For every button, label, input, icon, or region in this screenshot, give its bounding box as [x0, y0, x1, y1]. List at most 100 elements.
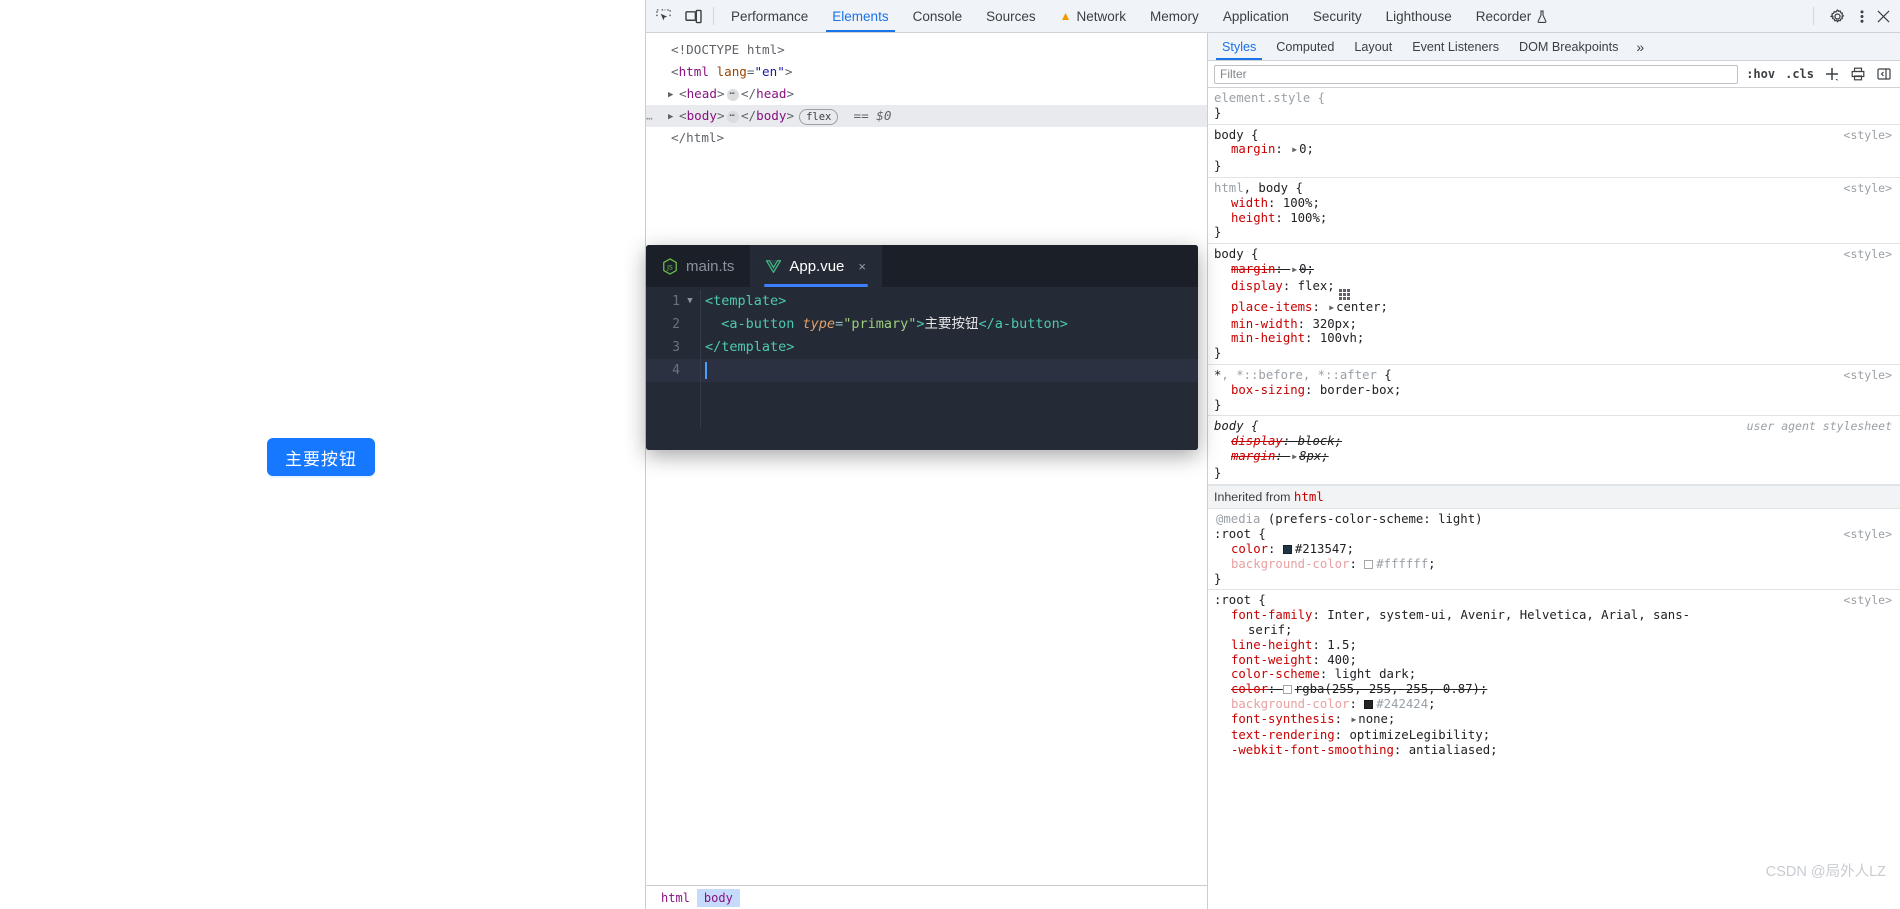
color-swatch[interactable] — [1364, 699, 1374, 709]
css-value: block — [1297, 434, 1335, 449]
css-declaration[interactable]: width: 100%; — [1214, 196, 1900, 211]
tab-lighthouse[interactable]: Lighthouse — [1374, 0, 1464, 32]
css-rule[interactable]: body { <style> margin: ▶ 0; display: flex… — [1208, 244, 1900, 365]
tab-computed[interactable]: Computed — [1266, 33, 1344, 60]
styles-rules-list[interactable]: element.style { } body { <style> margin:… — [1208, 88, 1900, 909]
css-declaration[interactable]: min-height: 100vh; — [1214, 331, 1900, 346]
css-declaration[interactable]: height: 100%; — [1214, 211, 1900, 226]
expand-triangle-icon[interactable]: ▶ — [1292, 450, 1297, 465]
tab-application[interactable]: Application — [1211, 0, 1301, 32]
css-rule[interactable]: html, body { <style> width: 100%; height… — [1208, 178, 1900, 245]
css-rule[interactable]: element.style { } — [1208, 88, 1900, 125]
editor-code-area[interactable]: 1 ▼ <template> 2 <a-button type = "primary… — [646, 287, 1198, 450]
css-declaration[interactable]: font-family: Inter, system-ui, Avenir, H… — [1214, 608, 1900, 623]
flexbox-editor-icon[interactable] — [1338, 288, 1350, 300]
css-declaration-overridden[interactable]: margin: ▶ 0; — [1214, 262, 1900, 279]
tab-network[interactable]: ▲ Network — [1048, 0, 1138, 32]
css-declaration[interactable]: font-weight: 400; — [1214, 653, 1900, 668]
breadcrumb-item-body[interactable]: body — [696, 888, 740, 907]
css-declaration[interactable]: text-rendering: optimizeLegibility; — [1214, 728, 1900, 743]
editor-tabbar: JS main.ts App.vue × — [646, 245, 1198, 287]
inspect-element-icon[interactable] — [648, 0, 678, 32]
tab-security[interactable]: Security — [1301, 0, 1374, 32]
device-toolbar-icon[interactable] — [678, 0, 708, 32]
dom-line-html-close[interactable]: </html> — [646, 127, 1207, 149]
css-declaration-overridden[interactable]: color: rgba(255, 255, 255, 0.87); — [1214, 682, 1900, 697]
css-rule[interactable]: body { <style> margin: ▶ 0; } — [1208, 125, 1900, 178]
css-rule-user-agent[interactable]: body { user agent stylesheet display: bl… — [1208, 416, 1900, 485]
filter-input[interactable] — [1214, 64, 1739, 84]
css-rule-inherited[interactable]: :root { <style> font-family: Inter, syst… — [1208, 590, 1900, 761]
css-rule[interactable]: *, *::before, *::after { <style> box-siz… — [1208, 365, 1900, 417]
css-declaration[interactable]: line-height: 1.5; — [1214, 638, 1900, 653]
css-declaration[interactable]: display: flex; — [1214, 279, 1900, 300]
editor-tab-main-ts[interactable]: JS main.ts — [646, 245, 750, 287]
flex-badge[interactable]: flex — [799, 108, 839, 125]
css-declaration[interactable]: box-sizing: border-box; — [1214, 383, 1900, 398]
css-declaration[interactable]: margin: ▶ 0; — [1214, 142, 1900, 159]
primary-button[interactable]: 主要按钮 — [267, 438, 375, 476]
css-selector: body — [1214, 127, 1244, 142]
css-declaration-overridden[interactable]: margin: ▶ 8px; — [1214, 449, 1900, 466]
tab-dom-breakpoints[interactable]: DOM Breakpoints — [1509, 33, 1628, 60]
color-swatch[interactable] — [1282, 544, 1292, 554]
css-origin-link[interactable]: <style> — [1844, 368, 1892, 383]
dom-line-html[interactable]: <html lang="en"> — [646, 61, 1207, 83]
css-origin-link[interactable]: <style> — [1844, 181, 1892, 196]
css-declaration[interactable]: min-width: 320px; — [1214, 317, 1900, 332]
code-line[interactable]: 1 ▼ <template> — [646, 290, 1198, 313]
expand-triangle-icon[interactable]: ▶ — [1351, 713, 1356, 728]
more-vertical-icon[interactable] — [1852, 9, 1872, 24]
css-declaration[interactable]: color-scheme: light dark; — [1214, 667, 1900, 682]
css-origin-link[interactable]: <style> — [1844, 247, 1892, 262]
css-origin-link[interactable]: <style> — [1844, 128, 1892, 143]
css-origin-link[interactable]: <style> — [1844, 593, 1892, 608]
tab-event-listeners[interactable]: Event Listeners — [1402, 33, 1509, 60]
expand-triangle-icon[interactable]: ▶ — [1292, 143, 1297, 158]
expand-arrow-icon[interactable]: ▶ — [668, 106, 679, 128]
tab-console[interactable]: Console — [901, 0, 975, 32]
tab-performance[interactable]: Performance — [719, 0, 820, 32]
css-rule-inherited[interactable]: @media (prefers-color-scheme: light) :ro… — [1208, 509, 1900, 591]
css-declaration[interactable]: background-color: #242424; — [1214, 697, 1900, 712]
tab-layout[interactable]: Layout — [1344, 33, 1402, 60]
css-declaration-overridden[interactable]: display: block; — [1214, 434, 1900, 449]
cls-toggle[interactable]: .cls — [1783, 67, 1816, 81]
css-declaration[interactable]: color: #213547; — [1214, 542, 1900, 557]
editor-tab-app-vue[interactable]: App.vue × — [750, 245, 882, 287]
dom-line-head[interactable]: ▶ <head> ⋯ </head> — [646, 83, 1207, 105]
print-media-icon[interactable] — [1848, 67, 1868, 81]
settings-gear-icon[interactable] — [1822, 8, 1852, 24]
css-origin-link[interactable]: <style> — [1844, 527, 1892, 542]
tab-styles[interactable]: Styles — [1212, 33, 1266, 60]
dom-line-body[interactable]: ⋯ ▶ <body> ⋯ </body> flex == $0 — [646, 105, 1207, 127]
tab-recorder[interactable]: Recorder — [1464, 0, 1561, 32]
code-line[interactable]: 2 <a-button type = "primary" > 主要按钮 </a-butto… — [646, 313, 1198, 336]
code-line[interactable]: 3 </template> — [646, 336, 1198, 359]
close-icon[interactable]: × — [858, 259, 866, 274]
css-declaration[interactable]: background-color: #ffffff; — [1214, 557, 1900, 572]
dom-line-doctype[interactable]: <!DOCTYPE html> — [646, 39, 1207, 61]
toggle-sidebar-icon[interactable] — [1874, 67, 1894, 81]
tab-memory[interactable]: Memory — [1138, 0, 1211, 32]
code-line-active[interactable]: 4 — [646, 359, 1198, 382]
css-declaration[interactable]: place-items: ▶ center; — [1214, 300, 1900, 317]
more-tabs-chevron-icon[interactable]: » — [1628, 33, 1652, 60]
inherited-source-tag[interactable]: html — [1294, 489, 1324, 504]
css-declaration[interactable]: -webkit-font-smoothing: antialiased; — [1214, 743, 1900, 758]
tab-elements[interactable]: Elements — [820, 0, 900, 32]
plus-icon[interactable] — [1822, 67, 1842, 81]
expand-arrow-icon[interactable]: ▶ — [668, 84, 679, 106]
expand-triangle-icon[interactable]: ▶ — [1329, 301, 1334, 316]
collapsed-children-badge[interactable]: ⋯ — [726, 110, 739, 123]
breadcrumb-item-html[interactable]: html — [654, 889, 697, 907]
css-declaration[interactable]: font-synthesis: ▶ none; — [1214, 712, 1900, 729]
hov-toggle[interactable]: :hov — [1744, 67, 1777, 81]
fold-chevron-icon[interactable]: ▼ — [680, 290, 700, 313]
collapsed-children-badge[interactable]: ⋯ — [726, 88, 739, 101]
close-icon[interactable] — [1872, 10, 1894, 23]
tab-sources[interactable]: Sources — [974, 0, 1048, 32]
color-swatch[interactable] — [1282, 685, 1292, 695]
color-swatch[interactable] — [1364, 559, 1374, 569]
expand-triangle-icon[interactable]: ▶ — [1292, 263, 1297, 278]
